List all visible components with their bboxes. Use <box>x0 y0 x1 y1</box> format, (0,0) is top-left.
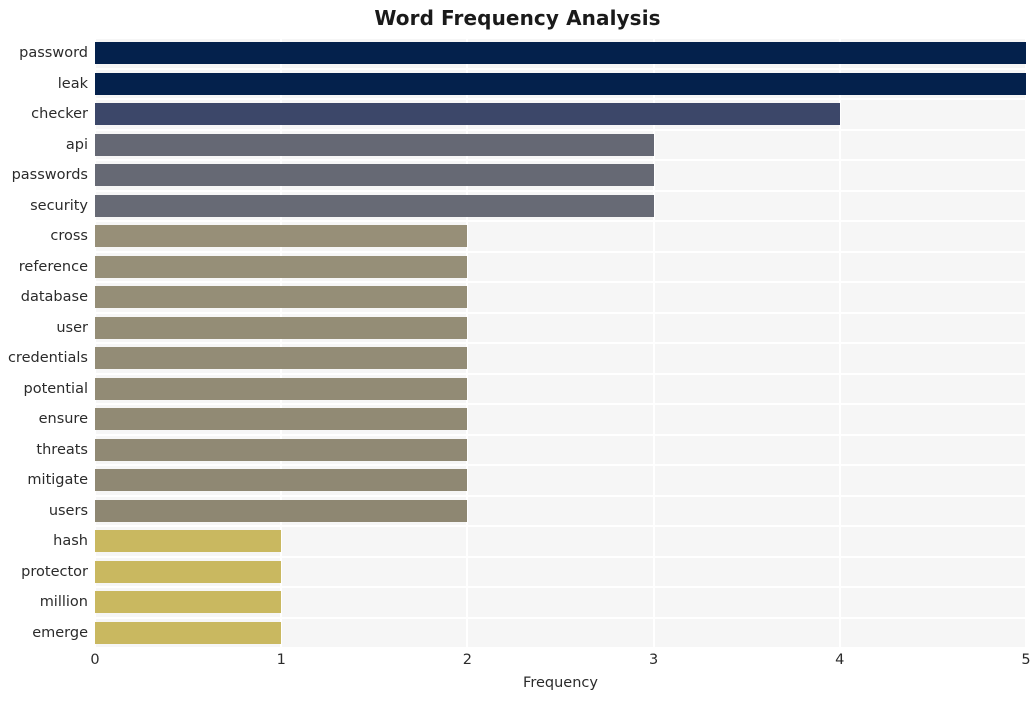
bar <box>95 347 468 370</box>
word-frequency-chart: Word Frequency Analysis password leak chec… <box>0 0 1035 701</box>
bar <box>95 225 468 248</box>
bar <box>95 194 654 217</box>
gridline-horizontal <box>95 281 1026 283</box>
bar <box>95 103 840 126</box>
x-axis-tick-labels: 0 1 2 3 4 5 <box>0 652 1035 676</box>
y-axis-tick-label: user <box>56 319 88 336</box>
bar <box>95 42 1026 65</box>
gridline-horizontal <box>95 311 1026 314</box>
y-axis-tick-label: leak <box>57 75 88 92</box>
bar <box>95 499 468 522</box>
bar <box>95 469 468 492</box>
gridline-horizontal <box>95 128 1026 131</box>
y-axis-tick-label: passwords <box>11 167 88 184</box>
y-axis-tick-label: api <box>65 136 88 153</box>
bar <box>95 438 468 461</box>
chart-title: Word Frequency Analysis <box>374 6 661 30</box>
y-axis-tick-label: credentials <box>7 350 88 367</box>
bar <box>95 560 282 583</box>
gridline-horizontal <box>95 525 1026 527</box>
gridline-horizontal <box>95 433 1026 436</box>
bar <box>95 255 468 278</box>
y-axis-tick-label: potential <box>23 380 89 397</box>
gridline-horizontal <box>95 403 1026 405</box>
x-axis-tick-label: 4 <box>835 652 845 668</box>
y-axis-tick-label: security <box>30 197 88 214</box>
bar <box>95 72 1026 95</box>
gridline-horizontal <box>95 98 1026 100</box>
gridline-horizontal <box>95 494 1026 497</box>
bar <box>95 133 654 156</box>
y-axis-tick-label: protector <box>21 563 88 580</box>
y-axis-tick-label: users <box>48 502 88 519</box>
y-axis-tick-label: threats <box>36 441 88 458</box>
y-axis-tick-label: cross <box>50 228 88 245</box>
gridline-horizontal <box>95 555 1026 558</box>
bar <box>95 408 468 431</box>
gridline-horizontal <box>95 464 1026 466</box>
y-axis-tick-label: database <box>20 289 88 306</box>
x-axis-tick-label: 1 <box>276 652 286 668</box>
gridline-horizontal <box>95 37 1026 39</box>
x-axis-tick-label: 0 <box>90 652 100 668</box>
y-axis-tick-label: checker <box>31 106 88 123</box>
x-axis-tick-label: 5 <box>1021 652 1031 668</box>
y-axis-tick-label: ensure <box>38 411 88 428</box>
y-axis-tick-label: million <box>39 594 88 611</box>
x-axis-title: Frequency <box>523 675 598 691</box>
bar <box>95 286 468 309</box>
gridline-horizontal <box>95 586 1026 588</box>
bar <box>95 621 282 644</box>
y-axis-tick-label: hash <box>53 533 88 550</box>
gridline-horizontal <box>95 372 1026 375</box>
y-axis-tick-label: reference <box>18 258 88 275</box>
gridline-horizontal <box>95 250 1026 253</box>
y-axis-tick-label: emerge <box>32 624 88 641</box>
gridline-horizontal <box>95 189 1026 192</box>
gridline-horizontal <box>95 67 1026 70</box>
gridline-horizontal <box>95 159 1026 161</box>
bar <box>95 377 468 400</box>
gridline-horizontal <box>95 342 1026 344</box>
y-axis-tick-labels: password leak checker api passwords security c… <box>0 38 88 648</box>
y-axis-tick-label: mitigate <box>27 472 88 489</box>
y-axis-tick-label: password <box>19 45 88 62</box>
bar <box>95 530 282 553</box>
gridline-horizontal <box>95 616 1026 619</box>
bar <box>95 316 468 339</box>
bar <box>95 164 654 187</box>
plot-area <box>94 37 1027 649</box>
gridline-horizontal <box>95 647 1026 649</box>
x-axis-tick-label: 2 <box>462 652 473 668</box>
x-axis-tick-label: 3 <box>648 652 659 668</box>
gridline-horizontal <box>95 220 1026 222</box>
bar <box>95 591 282 614</box>
